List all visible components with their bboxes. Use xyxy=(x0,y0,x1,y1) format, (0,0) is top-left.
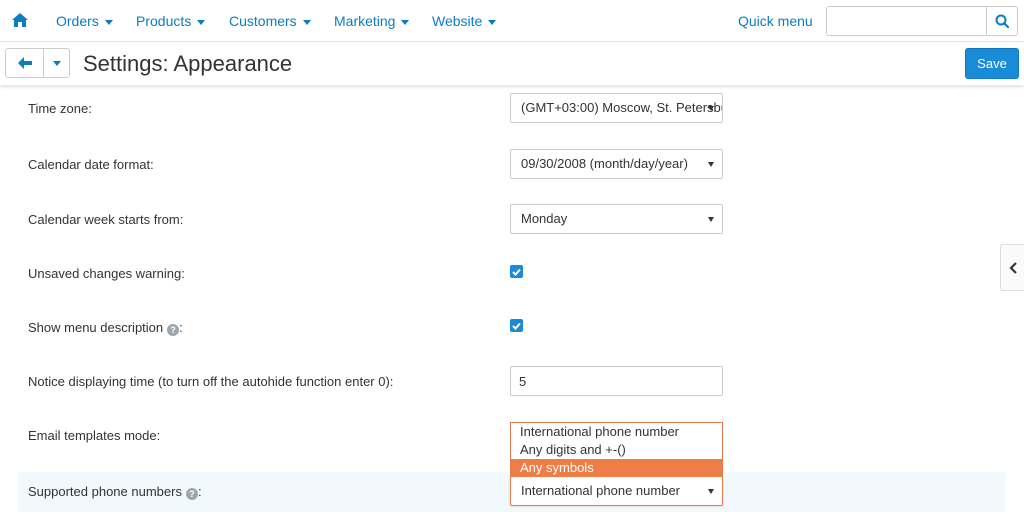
notice-time-label: Notice displaying time (to turn off the … xyxy=(28,374,394,389)
week-start-select[interactable]: Monday xyxy=(510,204,723,234)
select-arrow-icon xyxy=(708,217,714,222)
chevron-down-icon xyxy=(104,19,113,25)
phone-numbers-label: Supported phone numbers?: xyxy=(28,484,202,500)
home-icon[interactable] xyxy=(12,13,28,27)
nav-item-marketing[interactable]: Marketing xyxy=(334,13,410,29)
search-icon xyxy=(995,14,1009,28)
chevron-down-icon xyxy=(302,19,311,25)
select-arrow-icon xyxy=(708,106,714,111)
setting-row-time-zone: Time zone: (GMT+03:00) Moscow, St. Peter… xyxy=(18,89,1005,129)
arrow-left-icon xyxy=(17,57,32,69)
email-templates-label: Email templates mode: xyxy=(28,428,161,443)
search-button[interactable] xyxy=(986,6,1018,36)
notice-time-input[interactable] xyxy=(510,366,723,396)
nav-item-customers[interactable]: Customers xyxy=(229,13,311,29)
chevron-down-icon xyxy=(52,60,61,66)
setting-row-menu-description: Show menu description?: xyxy=(18,308,1005,348)
top-navigation: Orders Products Customers Marketing Webs… xyxy=(0,0,1024,42)
back-dropdown-button[interactable] xyxy=(43,48,70,78)
menu-description-checkbox[interactable] xyxy=(510,319,523,332)
phone-numbers-value: International phone number xyxy=(521,483,681,498)
week-start-label: Calendar week starts from: xyxy=(28,212,184,227)
dropdown-option[interactable]: Any digits and +-() xyxy=(511,441,722,459)
help-icon[interactable]: ? xyxy=(167,324,180,336)
setting-row-unsaved-warning: Unsaved changes warning: xyxy=(18,254,1005,294)
chevron-down-icon xyxy=(197,19,206,25)
check-icon xyxy=(512,268,521,276)
help-icon[interactable]: ? xyxy=(185,488,198,500)
select-arrow-icon xyxy=(708,489,714,494)
nav-item-products[interactable]: Products xyxy=(136,13,206,29)
date-format-select[interactable]: 09/30/2008 (month/day/year) xyxy=(510,149,723,179)
time-zone-label: Time zone: xyxy=(28,101,92,116)
time-zone-select[interactable]: (GMT+03:00) Moscow, St. Petersburg xyxy=(510,93,723,123)
nav-item-orders[interactable]: Orders xyxy=(56,13,113,29)
date-format-value: 09/30/2008 (month/day/year) xyxy=(521,156,688,171)
setting-row-notice-time: Notice displaying time (to turn off the … xyxy=(18,362,1005,402)
check-icon xyxy=(512,322,521,330)
title-bar: Settings: Appearance Save xyxy=(0,43,1024,85)
quick-menu-link[interactable]: Quick menu xyxy=(738,13,813,29)
time-zone-value: (GMT+03:00) Moscow, St. Petersburg xyxy=(521,100,723,115)
unsaved-warning-checkbox[interactable] xyxy=(510,265,523,278)
back-button[interactable] xyxy=(5,48,44,78)
search-input[interactable] xyxy=(826,6,987,36)
dropdown-option[interactable]: International phone number xyxy=(511,423,722,441)
setting-row-phone-numbers: Supported phone numbers?: International … xyxy=(18,472,1005,512)
sidebar-toggle-button[interactable] xyxy=(1000,244,1024,291)
save-button[interactable]: Save xyxy=(965,48,1019,79)
chevron-left-icon xyxy=(1008,261,1017,274)
setting-row-date-format: Calendar date format: 09/30/2008 (month/… xyxy=(18,145,1005,185)
menu-description-label: Show menu description?: xyxy=(28,320,183,336)
phone-numbers-select[interactable]: International phone number xyxy=(510,476,723,506)
chevron-down-icon xyxy=(401,19,410,25)
select-arrow-icon xyxy=(708,162,714,167)
date-format-label: Calendar date format: xyxy=(28,157,154,172)
phone-numbers-dropdown: International phone number Any digits an… xyxy=(510,422,723,477)
nav-item-website[interactable]: Website xyxy=(432,13,497,29)
dropdown-option-highlighted[interactable]: Any symbols xyxy=(511,459,722,477)
chevron-down-icon xyxy=(488,19,497,25)
setting-row-week-start: Calendar week starts from: Monday xyxy=(18,200,1005,240)
week-start-value: Monday xyxy=(521,211,568,226)
unsaved-warning-label: Unsaved changes warning: xyxy=(28,266,185,281)
page-title: Settings: Appearance xyxy=(83,51,293,76)
